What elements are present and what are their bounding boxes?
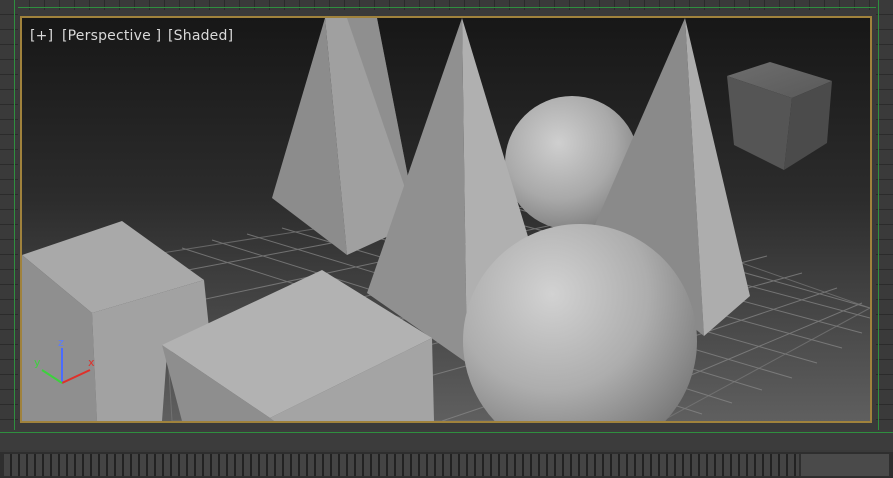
viewport-menu-plus[interactable]: [+] bbox=[30, 28, 53, 44]
timeline-bar[interactable] bbox=[0, 452, 893, 478]
scene-canvas[interactable] bbox=[22, 18, 870, 421]
timeline-end-panel bbox=[801, 454, 889, 476]
view-cube-icon[interactable] bbox=[727, 62, 832, 170]
perspective-viewport[interactable]: [+] [Perspective ] [Shaded] z x y bbox=[20, 16, 872, 423]
axis-z-label: z bbox=[58, 336, 64, 349]
axis-x-label: x bbox=[88, 356, 95, 369]
left-rail bbox=[0, 0, 18, 450]
viewport-shading-label[interactable]: [Shaded] bbox=[168, 28, 233, 44]
top-toolbar-strip bbox=[0, 0, 893, 10]
timeline-track[interactable] bbox=[4, 454, 799, 476]
right-rail[interactable] bbox=[876, 0, 893, 450]
viewport-divider[interactable] bbox=[0, 430, 893, 450]
viewport-view-label[interactable]: [Perspective ] bbox=[62, 28, 161, 44]
app-frame: [+] [Perspective ] [Shaded] z x y bbox=[0, 0, 893, 478]
axis-y-label: y bbox=[34, 356, 41, 369]
